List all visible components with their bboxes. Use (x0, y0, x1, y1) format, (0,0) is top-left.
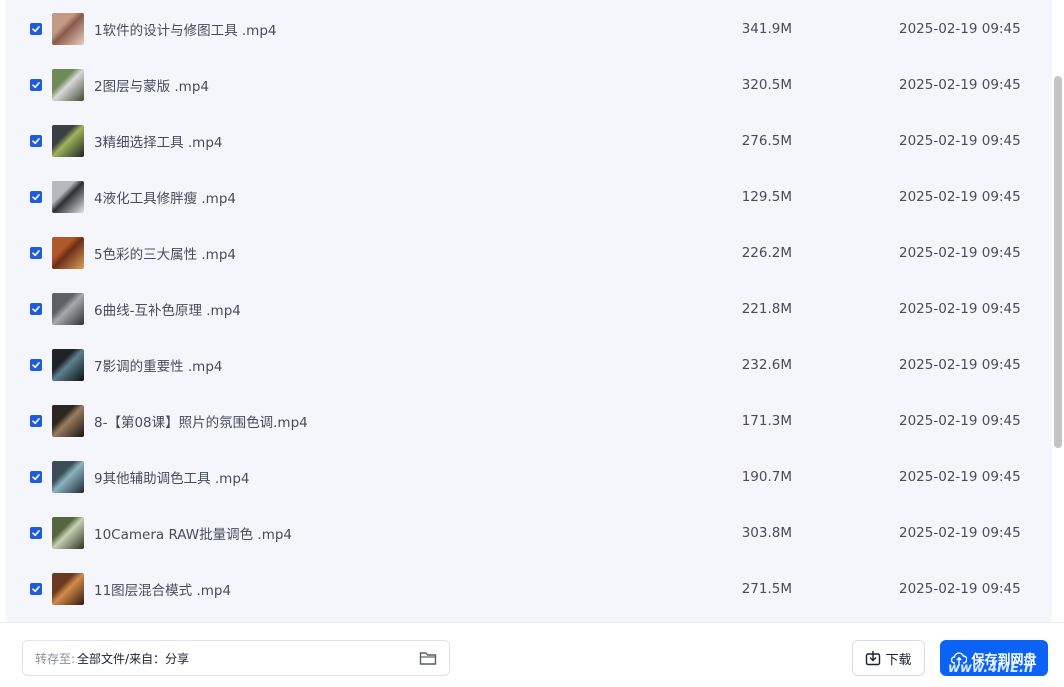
scrollbar-thumb[interactable] (1054, 76, 1062, 448)
file-checkbox[interactable] (30, 415, 42, 427)
download-button-label: 下载 (885, 652, 912, 668)
file-row[interactable]: 11图层混合模式 .mp4 271.5M 2025-02-19 09:45 (6, 561, 1052, 617)
file-row[interactable]: 10Camera RAW批量调色 .mp4 303.8M 2025-02-19 09… (6, 505, 1052, 561)
video-thumbnail (52, 13, 84, 45)
file-size: 271.5M (741, 581, 792, 597)
file-checkbox[interactable] (30, 247, 42, 259)
video-thumbnail (52, 237, 84, 269)
file-size: 232.6M (741, 357, 792, 373)
save-to-drive-button[interactable]: 保存到网盘 (940, 640, 1048, 676)
file-name[interactable]: 7影调的重要性 .mp4 (94, 355, 222, 375)
file-size: 226.2M (741, 245, 792, 261)
download-button[interactable]: 下载 (852, 640, 925, 676)
file-date: 2025-02-19 09:45 (899, 357, 1021, 373)
video-thumbnail (52, 293, 84, 325)
file-date: 2025-02-19 09:45 (899, 245, 1021, 261)
file-checkbox[interactable] (30, 135, 42, 147)
video-thumbnail (52, 125, 84, 157)
file-name[interactable]: 2图层与蒙版 .mp4 (94, 75, 209, 95)
file-checkbox[interactable] (30, 471, 42, 483)
file-checkbox[interactable] (30, 527, 42, 539)
download-icon (866, 651, 881, 666)
file-date: 2025-02-19 09:45 (899, 21, 1021, 37)
file-size: 303.8M (741, 525, 792, 541)
file-name[interactable]: 5色彩的三大属性 .mp4 (94, 243, 236, 263)
cloud-upload-icon (951, 652, 968, 665)
file-date: 2025-02-19 09:45 (899, 469, 1021, 485)
file-date: 2025-02-19 09:45 (899, 189, 1021, 205)
file-row[interactable]: 7影调的重要性 .mp4 232.6M 2025-02-19 09:45 (6, 337, 1052, 393)
file-size: 341.9M (741, 21, 792, 37)
file-row[interactable]: 6曲线-互补色原理 .mp4 221.8M 2025-02-19 09:45 (6, 281, 1052, 337)
file-name[interactable]: 11图层混合模式 .mp4 (94, 579, 231, 599)
file-date: 2025-02-19 09:45 (899, 525, 1021, 541)
save-path-selector[interactable]: 转存至: 全部文件/来自：分享 (22, 640, 450, 676)
file-name[interactable]: 8-【第08课】照片的氛围色调.mp4 (94, 411, 308, 431)
video-thumbnail (52, 517, 84, 549)
video-thumbnail (52, 461, 84, 493)
save-to-drive-label: 保存到网盘 (971, 652, 1037, 668)
video-thumbnail (52, 405, 84, 437)
file-name[interactable]: 3精细选择工具 .mp4 (94, 131, 222, 151)
file-name[interactable]: 6曲线-互补色原理 .mp4 (94, 299, 241, 319)
save-path-label: 转存至: (35, 651, 76, 666)
file-name[interactable]: 4液化工具修胖瘦 .mp4 (94, 187, 236, 207)
file-row[interactable]: 1软件的设计与修图工具 .mp4 341.9M 2025-02-19 09:45 (6, 1, 1052, 57)
video-thumbnail (52, 573, 84, 605)
file-name[interactable]: 10Camera RAW批量调色 .mp4 (94, 523, 292, 543)
file-date: 2025-02-19 09:45 (899, 133, 1021, 149)
file-date: 2025-02-19 09:45 (899, 77, 1021, 93)
video-thumbnail (52, 181, 84, 213)
file-date: 2025-02-19 09:45 (899, 301, 1021, 317)
file-row[interactable]: 2图层与蒙版 .mp4 320.5M 2025-02-19 09:45 (6, 57, 1052, 113)
file-size: 320.5M (741, 77, 792, 93)
file-row[interactable]: 9其他辅助调色工具 .mp4 190.7M 2025-02-19 09:45 (6, 449, 1052, 505)
file-checkbox[interactable] (30, 583, 42, 595)
file-checkbox[interactable] (30, 359, 42, 371)
file-row[interactable]: 5色彩的三大属性 .mp4 226.2M 2025-02-19 09:45 (6, 225, 1052, 281)
video-thumbnail (52, 349, 84, 381)
file-row[interactable]: 3精细选择工具 .mp4 276.5M 2025-02-19 09:45 (6, 113, 1052, 169)
folder-icon[interactable] (419, 650, 437, 666)
file-row[interactable]: 4液化工具修胖瘦 .mp4 129.5M 2025-02-19 09:45 (6, 169, 1052, 225)
file-list: 1软件的设计与修图工具 .mp4 341.9M 2025-02-19 09:45 2图… (6, 0, 1052, 622)
file-size: 221.8M (741, 301, 792, 317)
file-checkbox[interactable] (30, 23, 42, 35)
video-thumbnail (52, 69, 84, 101)
footer-bar: 转存至: 全部文件/来自：分享 下载 保存到网盘 (0, 622, 1064, 687)
file-name[interactable]: 9其他辅助调色工具 .mp4 (94, 467, 249, 487)
file-size: 129.5M (741, 189, 792, 205)
file-row[interactable]: 8-【第08课】照片的氛围色调.mp4 171.3M 2025-02-19 09:4… (6, 393, 1052, 449)
file-size: 190.7M (741, 469, 792, 485)
file-checkbox[interactable] (30, 191, 42, 203)
file-size: 171.3M (741, 413, 792, 429)
file-date: 2025-02-19 09:45 (899, 413, 1021, 429)
file-name[interactable]: 1软件的设计与修图工具 .mp4 (94, 19, 276, 39)
save-path-value: 全部文件/来自：分享 (77, 651, 190, 666)
file-size: 276.5M (741, 133, 792, 149)
file-checkbox[interactable] (30, 79, 42, 91)
file-checkbox[interactable] (30, 303, 42, 315)
file-date: 2025-02-19 09:45 (899, 581, 1021, 597)
